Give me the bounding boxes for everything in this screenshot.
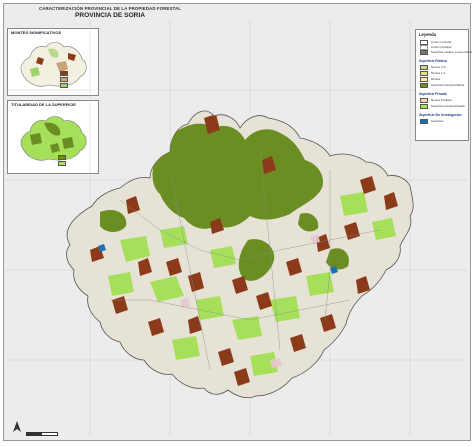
legend-swatch [420,76,428,82]
legend-title: Leyenda [419,32,436,37]
legend-row: Límite municipal [420,44,452,50]
legend-row: Superficie Forestal Privada [420,103,465,109]
legend-row: Superficie estatal / monte público [420,49,473,55]
legend-swatch [420,49,428,55]
legend-label: Montes [431,77,441,81]
legend-row: Superficie [420,118,444,124]
legend-section-title: Superficie Privada [419,92,447,96]
legend-swatch [420,82,428,88]
scale-bar [26,432,58,436]
legend-label: Superficie estatal / monte público [431,50,473,54]
legend-label: Límite provincial [431,40,452,44]
legend-swatch [420,103,428,109]
north-arrow-icon [13,421,21,432]
legend-label: Límite municipal [431,45,452,49]
map-sheet: CARACTERIZACIÓN PROVINCIAL DE LA PROPIED… [0,0,474,447]
legend-swatch [420,70,428,76]
legend-label: Superficie Forestal Pública [431,83,465,87]
legend-label: Montes L.C. [431,71,447,75]
legend-panel: Leyenda Límite provincial Límite municip… [415,29,473,141]
legend-label: Superficie Forestal Privada [431,104,465,108]
legend-label: Superficie [431,119,444,123]
legend-section-title: Superficie Sin Investigación [419,113,462,117]
main-map [4,20,468,436]
legend-swatch [420,118,428,124]
legend-row: Montes L.C. [420,70,447,76]
legend-section-title: Superficie Pública [419,59,447,63]
legend-swatch [420,97,428,103]
legend-swatch [420,64,428,70]
legend-row: Superficie Forestal Pública [420,82,465,88]
legend-row: Montes Privados [420,97,452,103]
legend-row: Montes [420,76,441,82]
legend-row: Montes U.P. [420,64,447,70]
legend-label: Montes U.P. [431,65,447,69]
legend-row: Límite provincial [420,39,452,45]
legend-label: Montes Privados [431,98,452,102]
